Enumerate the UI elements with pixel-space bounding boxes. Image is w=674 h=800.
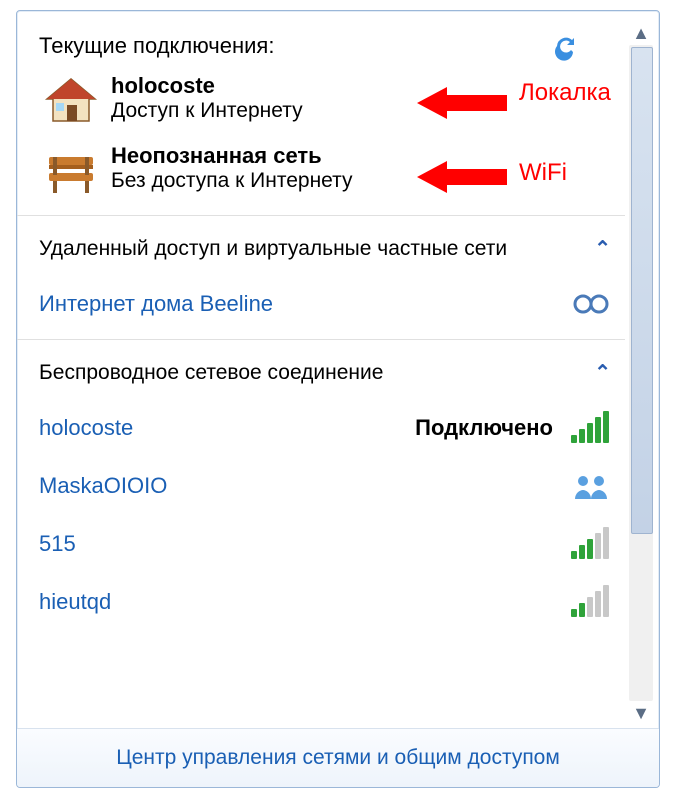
divider bbox=[17, 339, 625, 340]
refresh-icon[interactable] bbox=[551, 31, 581, 61]
signal-strength-icon bbox=[571, 587, 611, 617]
wifi-name: 515 bbox=[39, 531, 76, 557]
annotation-label: WiFi bbox=[519, 159, 567, 187]
connection-status: Без доступа к Интернету bbox=[111, 169, 353, 193]
network-flyout: Текущие подключения: holocoste Доступ к … bbox=[16, 10, 660, 788]
wifi-name: hieutqd bbox=[39, 589, 111, 615]
signal-strength-icon bbox=[571, 529, 611, 559]
scrollbar-track[interactable] bbox=[629, 45, 653, 701]
section-title: Удаленный доступ и виртуальные частные с… bbox=[39, 237, 507, 261]
content-area: Текущие подключения: holocoste Доступ к … bbox=[17, 11, 625, 729]
annotation-arrow-icon bbox=[417, 83, 507, 123]
wifi-status: Подключено bbox=[415, 415, 553, 441]
scrollbar-down-button[interactable]: ▼ bbox=[629, 701, 653, 725]
vpn-connection-item[interactable]: Интернет дома Beeline bbox=[17, 275, 625, 333]
divider bbox=[17, 215, 625, 216]
wifi-network-item[interactable]: holocoste Подключено bbox=[17, 399, 625, 457]
wifi-network-item[interactable]: hieutqd bbox=[17, 573, 625, 631]
chevron-up-icon: ⌃ bbox=[594, 236, 611, 261]
wifi-network-item[interactable]: MaskaOIOIO bbox=[17, 457, 625, 515]
annotation-label: Локалка bbox=[519, 79, 611, 107]
annotation-arrow-icon bbox=[417, 157, 507, 197]
connection-text: holocoste Доступ к Интернету bbox=[111, 73, 303, 123]
connection-name: Неопознанная сеть bbox=[111, 143, 353, 169]
network-sharing-center-link[interactable]: Центр управления сетями и общим доступом bbox=[17, 728, 659, 787]
signal-strength-icon bbox=[571, 413, 611, 443]
scrollbar-up-button[interactable]: ▲ bbox=[629, 21, 653, 45]
section-title: Беспроводное сетевое соединение bbox=[39, 361, 383, 385]
current-connection-item[interactable]: holocoste Доступ к Интернету Локалка bbox=[17, 69, 625, 139]
house-icon bbox=[43, 73, 99, 129]
section-header-wireless[interactable]: Беспроводное сетевое соединение ⌃ bbox=[17, 346, 625, 399]
footer-link-text: Центр управления сетями и общим доступом bbox=[116, 746, 560, 770]
connection-text: Неопознанная сеть Без доступа к Интернет… bbox=[111, 143, 353, 193]
current-connection-item[interactable]: Неопознанная сеть Без доступа к Интернет… bbox=[17, 139, 625, 209]
vpn-name: Интернет дома Beeline bbox=[39, 291, 273, 317]
wifi-network-item[interactable]: 515 bbox=[17, 515, 625, 573]
vpn-icon bbox=[571, 289, 611, 319]
chevron-up-icon: ⌃ bbox=[594, 360, 611, 385]
wifi-name: holocoste bbox=[39, 415, 133, 441]
connection-name: holocoste bbox=[111, 73, 303, 99]
scrollbar-thumb[interactable] bbox=[631, 47, 653, 534]
wifi-name: MaskaOIOIO bbox=[39, 473, 167, 499]
people-share-icon bbox=[571, 471, 611, 501]
current-connections-heading: Текущие подключения: bbox=[17, 11, 625, 69]
connection-status: Доступ к Интернету bbox=[111, 99, 303, 123]
bench-icon bbox=[43, 143, 99, 199]
section-header-vpn[interactable]: Удаленный доступ и виртуальные частные с… bbox=[17, 222, 625, 275]
